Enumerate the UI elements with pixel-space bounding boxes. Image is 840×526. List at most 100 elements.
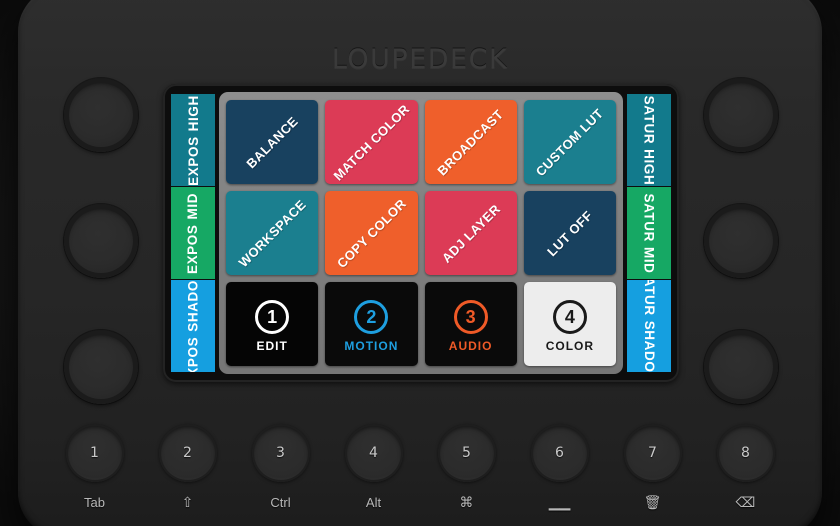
- knob-left-3[interactable]: [64, 330, 138, 404]
- bottom-button-7[interactable]: 7: [623, 424, 682, 482]
- spacebar-icon: ▁▁: [548, 494, 571, 511]
- bottom-button-cell-3: 3 Ctrl: [234, 424, 327, 510]
- tile-mode-audio[interactable]: 3 AUDIO: [424, 282, 517, 366]
- tile-adj-layer-label: ADJ LAYER: [438, 200, 503, 266]
- tile-workspace[interactable]: WORKSPACE: [226, 191, 319, 275]
- bottom-button-4[interactable]: 4: [344, 424, 403, 482]
- backspace-icon: ⌫: [735, 494, 756, 511]
- bottom-button-3-number: 3: [276, 445, 285, 461]
- knob-column-right: [682, 78, 800, 404]
- mode-motion-number-badge: 2: [354, 299, 389, 334]
- bottom-button-cell-6: 6 ▁▁: [513, 424, 606, 510]
- mode-audio-number-badge: 3: [453, 299, 488, 334]
- bottom-button-cell-2: 2 ⇧: [141, 424, 234, 510]
- tab-label: Tab: [84, 495, 105, 510]
- knob-right-1[interactable]: [704, 78, 778, 152]
- strip-right-0-line1: SATUR: [641, 95, 657, 144]
- knob-right-2[interactable]: [704, 204, 778, 278]
- strip-left-1-line1: EXPOS: [185, 224, 201, 274]
- bottom-button-1[interactable]: 1: [65, 424, 124, 482]
- knob-column-left: [42, 78, 160, 404]
- tile-lut-off[interactable]: LUT OFF: [523, 191, 616, 275]
- mode-motion-number: 2: [366, 306, 377, 327]
- tile-adj-layer[interactable]: ADJ LAYER: [424, 191, 517, 275]
- mode-color-label: COLOR: [545, 338, 595, 353]
- left-dial-strip: EXPOS HIGH EXPOS MID EXPOS SHADOW: [171, 92, 215, 374]
- knob-left-1[interactable]: [64, 78, 138, 152]
- strip-left-0-line2: HIGH: [185, 94, 201, 131]
- strip-left-expos-high[interactable]: EXPOS HIGH: [171, 94, 215, 186]
- bottom-button-cell-5: 5 ⌘: [420, 424, 513, 510]
- bottom-button-5[interactable]: 5: [437, 424, 496, 482]
- strip-left-0-line1: EXPOS: [185, 135, 201, 186]
- bottom-button-2-number: 2: [183, 445, 192, 461]
- bottom-button-7-number: 7: [648, 445, 657, 461]
- strip-left-expos-mid[interactable]: EXPOS MID: [171, 187, 215, 279]
- bottom-button-cell-7: 7 🗑: [606, 424, 699, 510]
- bottom-button-6-number: 6: [555, 445, 564, 461]
- knob-right-3[interactable]: [704, 330, 778, 404]
- tile-custom-lut[interactable]: CUSTOM LUT: [523, 100, 616, 184]
- tile-broadcast-label: BROADCAST: [434, 106, 507, 178]
- strip-right-2-line1: SATUR: [641, 280, 657, 316]
- tile-balance[interactable]: BALANCE: [226, 100, 319, 184]
- tile-custom-lut-label: CUSTOM LUT: [533, 105, 607, 179]
- strip-left-2-line2: SHADOW: [185, 280, 201, 332]
- loupedeck-device-photo: LOUPEDECK EXPOS HIGH EXPOS MID EXPOS SHA…: [0, 0, 840, 526]
- tile-row-2: WORKSPACE COPY COLOR ADJ LAYER LUT OFF: [226, 191, 616, 275]
- strip-right-1-line2: MID: [641, 246, 657, 274]
- tile-workspace-label: WORKSPACE: [235, 196, 309, 270]
- strip-right-satur-mid[interactable]: SATUR MID: [627, 187, 671, 279]
- ctrl-label: Ctrl: [270, 495, 291, 510]
- tile-mode-motion[interactable]: 2 MOTION: [325, 282, 418, 366]
- bottom-button-3[interactable]: 3: [251, 424, 310, 482]
- right-dial-strip: SATUR HIGH SATUR MID SATUR SHADOW: [627, 92, 671, 374]
- bottom-button-1-number: 1: [90, 445, 99, 461]
- bottom-button-4-number: 4: [369, 445, 378, 461]
- bottom-button-cell-8: 8 ⌫: [699, 424, 792, 510]
- bottom-button-cell-1: 1 Tab: [48, 424, 141, 510]
- tile-copy-color[interactable]: COPY COLOR: [325, 191, 418, 275]
- bottom-button-6[interactable]: 6: [530, 424, 589, 482]
- bottom-button-8[interactable]: 8: [716, 424, 775, 482]
- mode-color-number-badge: 4: [552, 299, 587, 334]
- bottom-button-5-number: 5: [462, 445, 471, 461]
- tile-broadcast[interactable]: BROADCAST: [424, 100, 517, 184]
- tile-balance-label: BALANCE: [243, 113, 301, 171]
- command-icon: ⌘: [459, 494, 474, 511]
- mode-color-number: 4: [564, 306, 575, 327]
- mode-audio-number: 3: [465, 306, 476, 327]
- shift-arrow-icon: ⇧: [181, 494, 194, 511]
- tile-mode-edit[interactable]: 1 EDIT: [226, 282, 319, 366]
- bottom-button-row: 1 Tab 2 ⇧ 3 Ctrl 4 Alt 5 ⌘ 6 ▁▁ 7 🗑 8 ⌫: [48, 424, 792, 510]
- strip-right-2-line2: SHADOW: [641, 320, 657, 372]
- strip-right-satur-shadow[interactable]: SATUR SHADOW: [627, 280, 671, 372]
- mode-motion-label: MOTION: [344, 338, 399, 353]
- tile-copy-color-label: COPY COLOR: [333, 195, 409, 271]
- tile-lut-off-label: LUT OFF: [544, 207, 596, 259]
- mode-edit-number-badge: 1: [255, 299, 290, 334]
- bottom-button-8-number: 8: [741, 445, 750, 461]
- bottom-button-2[interactable]: 2: [158, 424, 217, 482]
- strip-left-2-line1: EXPOS: [185, 336, 201, 372]
- alt-label: Alt: [365, 495, 382, 510]
- tile-match-color[interactable]: MATCH COLOR: [325, 100, 418, 184]
- trash-icon: 🗑: [643, 494, 662, 511]
- strip-left-1-line2: MID: [185, 192, 201, 220]
- mode-audio-label: AUDIO: [448, 338, 493, 353]
- tile-mode-color[interactable]: 4 COLOR: [523, 282, 616, 366]
- tile-grid-bezel: BALANCE MATCH COLOR BROADCAST CUSTOM LUT…: [219, 92, 623, 374]
- tile-match-color-label: MATCH COLOR: [330, 101, 413, 183]
- strip-right-satur-high[interactable]: SATUR HIGH: [627, 94, 671, 186]
- strip-right-0-line2: HIGH: [641, 148, 657, 185]
- brand-logo: LOUPEDECK: [331, 44, 509, 75]
- bottom-button-cell-4: 4 Alt: [327, 424, 420, 510]
- strip-right-1-line1: SATUR: [641, 192, 657, 242]
- mode-edit-label: EDIT: [256, 338, 288, 353]
- strip-left-expos-shadow[interactable]: EXPOS SHADOW: [171, 280, 215, 372]
- mode-edit-number: 1: [267, 306, 278, 327]
- tile-row-1: BALANCE MATCH COLOR BROADCAST CUSTOM LUT: [226, 100, 616, 184]
- tile-row-3: 1 EDIT 2 MOTION 3 AUDIO 4 COLOR: [226, 282, 616, 366]
- touch-screen: EXPOS HIGH EXPOS MID EXPOS SHADOW BALANC…: [163, 84, 679, 382]
- knob-left-2[interactable]: [64, 204, 138, 278]
